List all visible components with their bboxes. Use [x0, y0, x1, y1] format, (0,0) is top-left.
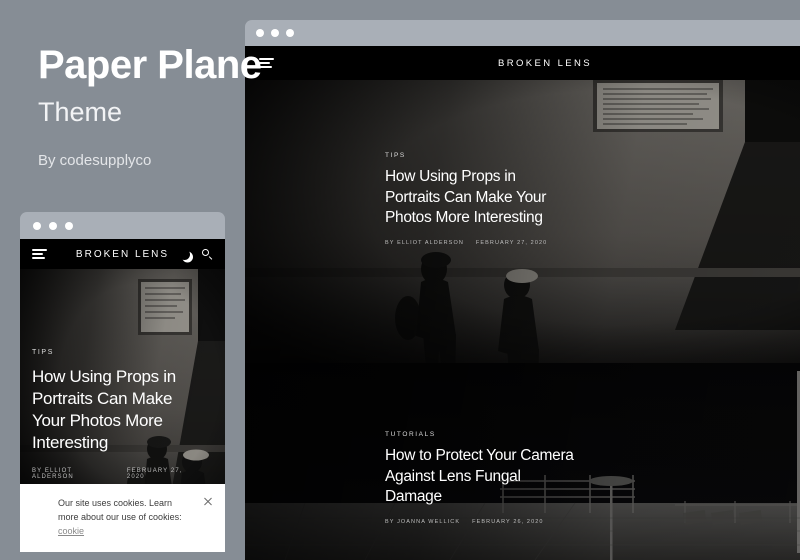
cookie-text-body: Our site uses cookies. Learn more about … — [58, 498, 182, 523]
article-headline[interactable]: How to Protect Your Camera Against Lens … — [385, 446, 580, 508]
window-dot-minimize[interactable] — [49, 221, 57, 230]
promo-subtitle: Theme — [38, 97, 123, 127]
mobile-browser-mockup: BROKEN LENS TIPS How Using Props in Port… — [20, 212, 225, 552]
hero-copy-1: TIPS How Using Props in Portraits Can Ma… — [385, 152, 570, 246]
cookie-notice-text: Our site uses cookies. Learn more about … — [58, 497, 211, 539]
article-date: FEBRUARY 27, 2020 — [126, 468, 183, 481]
mobile-window-chrome — [20, 212, 225, 239]
mobile-header-actions — [177, 247, 213, 260]
close-icon[interactable] — [203, 496, 213, 506]
desktop-window-chrome — [245, 20, 800, 46]
article-byline: BY ELLIOT ALDERSON FEBRUARY 27, 2020 — [32, 468, 200, 480]
article-byline: BY JOANNA WELLICK FEBRUARY 26, 2020 — [385, 519, 580, 525]
article-author: BY ELLIOT ALDERSON — [32, 468, 74, 481]
moon-icon[interactable] — [177, 247, 190, 260]
cookie-policy-link[interactable]: cookie — [58, 526, 84, 536]
article-category[interactable]: TUTORIALS — [385, 431, 580, 438]
desktop-hero-card-2[interactable]: TUTORIALS How to Protect Your Camera Aga… — [245, 363, 800, 560]
site-brand[interactable]: BROKEN LENS — [76, 249, 169, 260]
search-icon[interactable] — [202, 248, 213, 260]
window-dot-maximize[interactable] — [286, 29, 294, 37]
hamburger-icon[interactable] — [32, 249, 47, 259]
article-date: FEBRUARY 27, 2020 — [475, 239, 548, 246]
window-dot-close[interactable] — [33, 221, 41, 230]
window-dot-maximize[interactable] — [65, 221, 73, 230]
article-author: BY ELLIOT ALDERSON — [385, 239, 464, 246]
window-dot-minimize[interactable] — [271, 29, 279, 37]
promo-author: By codesupplyco — [38, 152, 152, 170]
article-headline[interactable]: How Using Props in Portraits Can Make Yo… — [32, 366, 200, 454]
mobile-hero-copy: TIPS How Using Props in Portraits Can Ma… — [32, 349, 200, 480]
promo-panel: Paper Plane Theme By codesupplyco — [38, 44, 368, 169]
article-category[interactable]: TIPS — [32, 349, 200, 356]
mobile-site-header: BROKEN LENS — [20, 239, 225, 269]
page-title: Paper Plane — [38, 43, 262, 87]
article-byline: BY ELLIOT ALDERSON FEBRUARY 27, 2020 — [385, 240, 570, 246]
window-dot-close[interactable] — [256, 29, 264, 37]
article-category[interactable]: TIPS — [385, 152, 570, 159]
article-headline[interactable]: How Using Props in Portraits Can Make Yo… — [385, 167, 570, 229]
mobile-viewport: BROKEN LENS TIPS How Using Props in Port… — [20, 239, 225, 552]
hero-copy-2: TUTORIALS How to Protect Your Camera Aga… — [385, 431, 580, 525]
site-brand[interactable]: BROKEN LENS — [498, 58, 592, 69]
article-date: FEBRUARY 26, 2020 — [472, 518, 544, 525]
article-author: BY JOANNA WELLICK — [385, 518, 461, 525]
cookie-consent-banner: Our site uses cookies. Learn more about … — [20, 484, 225, 552]
